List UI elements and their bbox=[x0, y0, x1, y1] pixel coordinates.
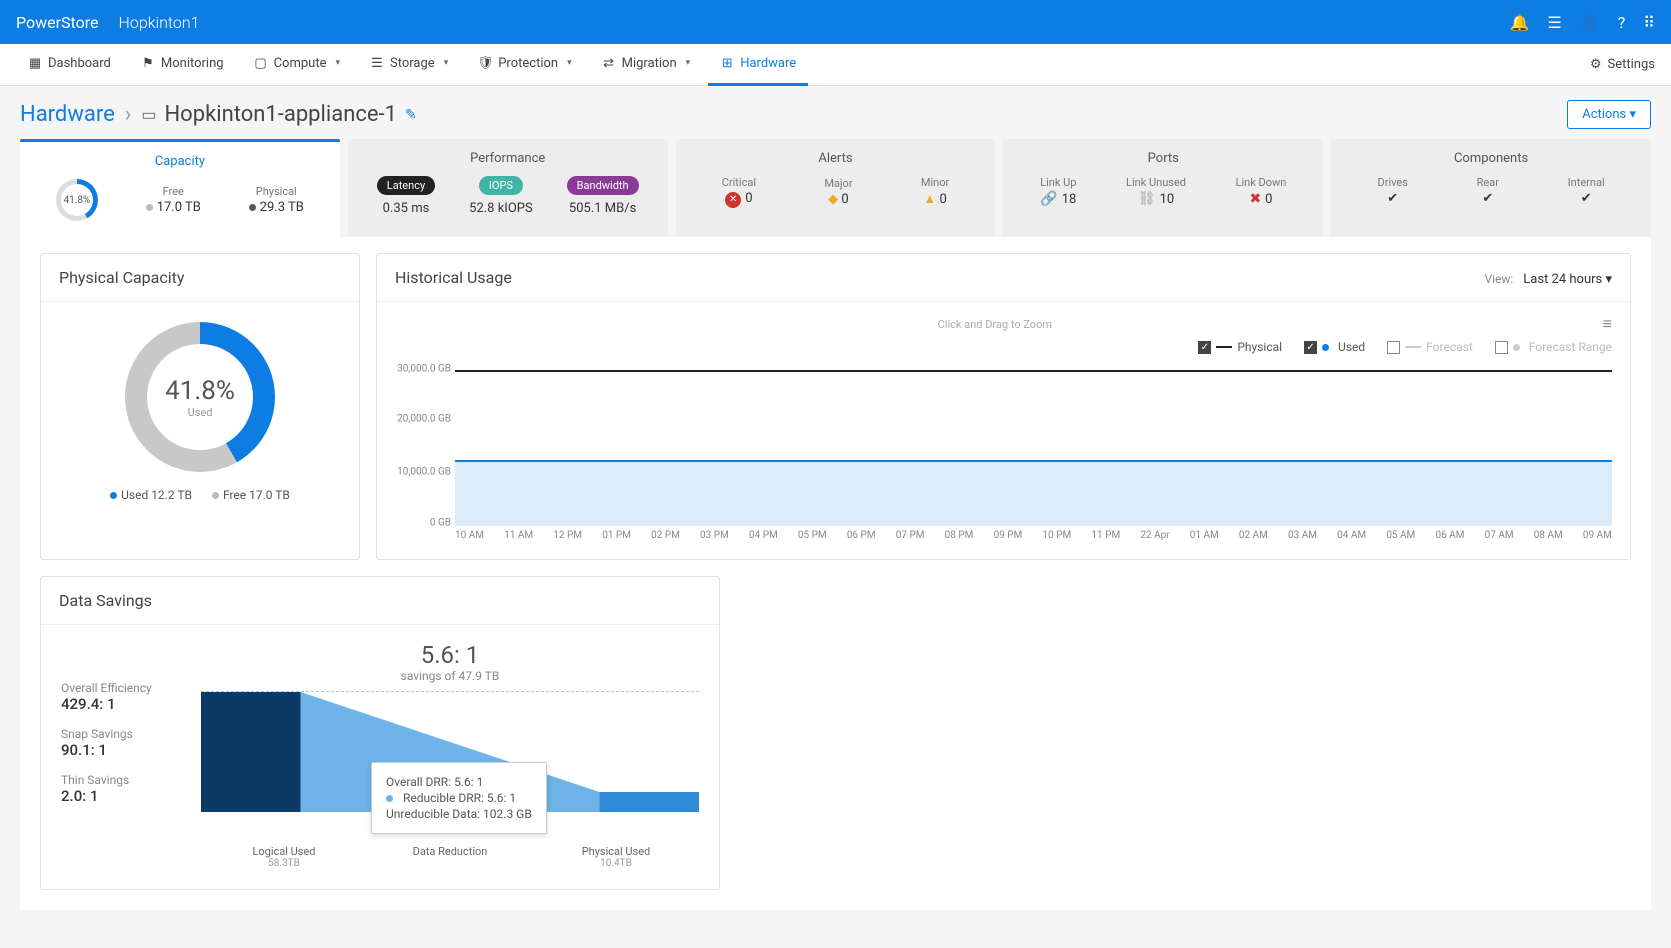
capacity-mini-donut: 41.8% bbox=[56, 179, 98, 221]
actions-button[interactable]: Actions ▾ bbox=[1567, 100, 1651, 129]
menu-monitoring[interactable]: ⚑Monitoring bbox=[129, 44, 236, 86]
jobs-icon[interactable]: ☰ bbox=[1547, 13, 1561, 32]
capacity-donut: 41.8% Used bbox=[125, 322, 275, 472]
settings-link[interactable]: ⚙Settings bbox=[1590, 57, 1655, 72]
legend-free: Free 17.0 TB bbox=[212, 488, 290, 502]
tab-ports[interactable]: Ports Link Up🔗18 Link Unused⛓10 Link Dow… bbox=[1003, 139, 1323, 237]
historical-usage-card: Historical Usage View: Last 24 hours ▾ C… bbox=[376, 253, 1631, 560]
critical-icon: ✕ bbox=[725, 192, 741, 208]
critical-stat: Critical✕0 bbox=[722, 176, 756, 208]
drives-stat: Drives✔ bbox=[1378, 176, 1408, 206]
tab-alerts[interactable]: Alerts Critical✕0 Major◆ 0 Minor▲ 0 bbox=[676, 139, 996, 237]
tab-performance[interactable]: Performance Latency0.35 ms IOPS52.8 kIOP… bbox=[348, 139, 668, 237]
internal-stat: Internal✔ bbox=[1568, 176, 1605, 206]
link-unused-icon: ⛓ bbox=[1138, 191, 1156, 207]
physical-line bbox=[455, 370, 1612, 372]
used-area bbox=[455, 460, 1612, 526]
chart-menu-icon[interactable]: ≡ bbox=[1603, 314, 1612, 334]
check-icon: ✔ bbox=[1568, 191, 1605, 206]
minor-icon: ▲ bbox=[923, 192, 936, 207]
zoom-hint: Click and Drag to Zoom bbox=[395, 318, 1595, 331]
check-icon: ✔ bbox=[1477, 191, 1499, 206]
cluster-name[interactable]: Hopkinton1 bbox=[119, 13, 200, 32]
savings-ratio: 5.6: 1 bbox=[201, 641, 699, 669]
legend-forecast[interactable]: Forecast bbox=[1387, 340, 1473, 354]
thin-savings: Thin Savings2.0: 1 bbox=[61, 773, 181, 805]
breadcrumb-root[interactable]: Hardware bbox=[20, 102, 115, 127]
link-down-icon: ✖ bbox=[1249, 191, 1261, 207]
topbar: PowerStore Hopkinton1 🔔 ☰ 👤 ? ⠿ bbox=[0, 0, 1671, 44]
menu-dashboard[interactable]: ▦Dashboard bbox=[16, 44, 123, 86]
linkup-stat: Link Up🔗18 bbox=[1040, 176, 1076, 207]
tab-capacity[interactable]: Capacity 41.8% Free17.0 TB Physical29.3 … bbox=[20, 139, 340, 237]
savings-funnel-chart: Overall DRR: 5.6: 1 Reducible DRR: 5.6: … bbox=[201, 691, 699, 841]
free-stat: Free17.0 TB bbox=[146, 185, 201, 215]
migration-icon: ⇄ bbox=[602, 56, 616, 70]
card-title: Physical Capacity bbox=[41, 254, 359, 302]
monitoring-icon: ⚑ bbox=[141, 56, 155, 70]
menubar: ▦Dashboard ⚑Monitoring ▢Compute ☰Storage… bbox=[0, 44, 1671, 86]
savings-tooltip: Overall DRR: 5.6: 1 Reducible DRR: 5.6: … bbox=[371, 762, 547, 834]
legend-used: Used 12.2 TB bbox=[110, 488, 192, 502]
physical-capacity-card: Physical Capacity 41.8% Used Used 12.2 T… bbox=[40, 253, 360, 560]
menu-protection[interactable]: 🛡Protection bbox=[466, 44, 583, 86]
protection-icon: 🛡 bbox=[478, 56, 492, 70]
storage-icon: ☰ bbox=[370, 56, 384, 70]
chevron-right-icon: › bbox=[125, 102, 132, 127]
menu-storage[interactable]: ☰Storage bbox=[358, 44, 460, 86]
apps-icon[interactable]: ⠿ bbox=[1643, 13, 1655, 32]
iops-stat: IOPS52.8 kIOPS bbox=[469, 176, 533, 216]
minor-stat: Minor▲ 0 bbox=[921, 176, 949, 207]
dashboard-icon: ▦ bbox=[28, 56, 42, 70]
check-icon: ✔ bbox=[1378, 191, 1408, 206]
savings-subtext: savings of 47.9 TB bbox=[201, 669, 699, 683]
latency-stat: Latency0.35 ms bbox=[377, 176, 435, 216]
hardware-icon: ⊞ bbox=[720, 56, 734, 70]
appliance-icon: ▭ bbox=[141, 105, 156, 124]
logical-used-label: Logical Used58.3TB bbox=[201, 845, 367, 869]
x-axis: 10 AM11 AM12 PM01 PM02 PM03 PM04 PM05 PM… bbox=[455, 530, 1612, 541]
major-icon: ◆ bbox=[828, 192, 838, 207]
bell-icon[interactable]: 🔔 bbox=[1510, 13, 1530, 32]
user-icon[interactable]: 👤 bbox=[1580, 13, 1600, 32]
link-up-icon: 🔗 bbox=[1040, 191, 1057, 207]
data-reduction-label: Data Reduction bbox=[367, 845, 533, 869]
physical-stat: Physical29.3 TB bbox=[249, 185, 304, 215]
breadcrumb: Hardware › ▭ Hopkinton1-appliance-1 ✎ bbox=[20, 102, 417, 127]
compute-icon: ▢ bbox=[254, 56, 268, 70]
brand: PowerStore bbox=[16, 13, 99, 32]
linkdown-stat: Link Down✖0 bbox=[1236, 176, 1287, 207]
gear-icon: ⚙ bbox=[1590, 57, 1602, 72]
card-title: Historical Usage bbox=[395, 268, 512, 287]
linkunused-stat: Link Unused⛓10 bbox=[1126, 176, 1186, 207]
menu-migration[interactable]: ⇄Migration bbox=[590, 44, 703, 86]
card-title: Data Savings bbox=[41, 577, 719, 625]
breadcrumb-current: ▭ Hopkinton1-appliance-1 ✎ bbox=[141, 102, 416, 127]
bandwidth-stat: Bandwidth505.1 MB/s bbox=[567, 176, 639, 216]
tab-components[interactable]: Components Drives✔ Rear✔ Internal✔ bbox=[1331, 139, 1651, 237]
help-icon[interactable]: ? bbox=[1618, 13, 1626, 32]
view-range-select[interactable]: Last 24 hours ▾ bbox=[1523, 272, 1612, 287]
legend-used[interactable]: ✓Used bbox=[1304, 340, 1365, 354]
edit-icon[interactable]: ✎ bbox=[405, 107, 417, 123]
snap-savings: Snap Savings90.1: 1 bbox=[61, 727, 181, 759]
historical-chart[interactable]: 30,000.0 GB 20,000.0 GB 10,000.0 GB 0 GB bbox=[455, 366, 1612, 526]
menu-compute[interactable]: ▢Compute bbox=[242, 44, 352, 86]
legend-forecast-range[interactable]: Forecast Range bbox=[1495, 340, 1612, 354]
legend-physical[interactable]: ✓Physical bbox=[1198, 340, 1282, 354]
overall-efficiency: Overall Efficiency429.4: 1 bbox=[61, 681, 181, 713]
rear-stat: Rear✔ bbox=[1477, 176, 1499, 206]
physical-used-label: Physical Used10.4TB bbox=[533, 845, 699, 869]
menu-hardware[interactable]: ⊞Hardware bbox=[708, 44, 808, 86]
major-stat: Major◆ 0 bbox=[824, 177, 852, 207]
data-savings-card: Data Savings Overall Efficiency429.4: 1 … bbox=[40, 576, 720, 890]
